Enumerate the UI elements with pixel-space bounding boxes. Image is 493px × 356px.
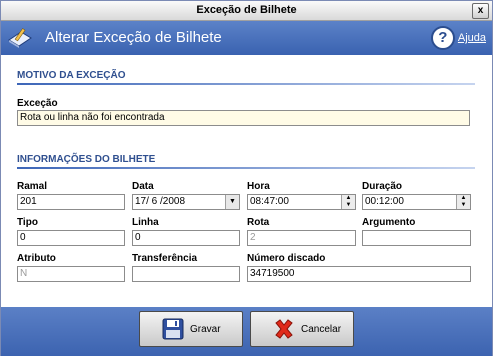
dialog-header: Alterar Exceção de Bilhete ? Ajuda [1,21,492,55]
hora-field[interactable]: 08:47:00 ▲ ▼ [247,194,356,210]
ramal-field[interactable]: 201 [17,194,125,210]
data-label: Data [132,181,154,192]
spin-down-icon[interactable]: ▼ [457,202,470,209]
atributo-field: N [17,266,125,282]
duration-spinner[interactable]: ▲ ▼ [456,195,470,209]
dialog-window: Exceção de Bilhete x Alterar Exceção de … [0,0,493,356]
close-button[interactable]: x [472,3,489,19]
cancel-button[interactable]: Cancelar [250,311,354,347]
cancel-label: Cancelar [301,323,342,335]
linha-label: Linha [132,217,159,228]
red-x-icon [275,319,293,339]
save-button[interactable]: Gravar [139,311,243,347]
duracao-value: 00:12:00 [365,196,404,207]
numero-discado-field[interactable]: 34719500 [247,266,471,282]
section-title-info: INFORMAÇÕES DO BILHETE [17,154,156,165]
tipo-label: Tipo [17,217,38,228]
dialog-footer [1,307,492,356]
date-picker[interactable]: 17/ 6 /2008 ▼ [132,194,240,210]
window-title: Exceção de Bilhete [196,4,297,16]
argumento-field[interactable] [362,230,471,246]
transferencia-field[interactable] [132,266,240,282]
transferencia-label: Transferência [132,253,198,264]
linha-field[interactable]: 0 [132,230,240,246]
time-spinner[interactable]: ▲ ▼ [341,195,355,209]
section-divider [17,167,475,169]
excecao-label: Exceção [17,98,58,109]
hora-value: 08:47:00 [250,196,289,207]
help-link[interactable]: ? Ajuda [430,25,486,51]
save-label: Gravar [190,323,221,335]
atributo-label: Atributo [17,253,56,264]
page-title: Alterar Exceção de Bilhete [45,29,222,46]
rota-field: 2 [247,230,356,246]
spin-down-icon[interactable]: ▼ [342,202,355,209]
ramal-label: Ramal [17,181,48,192]
dropdown-arrow-icon[interactable]: ▼ [225,195,239,209]
rota-label: Rota [247,217,270,228]
duracao-field[interactable]: 00:12:00 ▲ ▼ [362,194,471,210]
duracao-label: Duração [362,181,403,192]
close-icon: x [477,5,484,16]
title-bar: Exceção de Bilhete x [1,1,492,21]
hora-label: Hora [247,181,270,192]
floppy-disk-icon [162,318,184,340]
numero-discado-label: Número discado [247,253,326,264]
section-divider [17,83,475,85]
tipo-field[interactable]: 0 [17,230,125,246]
help-icon: ? [430,26,455,50]
excecao-field[interactable]: Rota ou linha não foi encontrada [17,110,470,126]
spin-up-icon[interactable]: ▲ [342,195,355,202]
help-label: Ajuda [457,32,486,44]
date-value: 17/ 6 /2008 [135,196,186,207]
section-title-motivo: MOTIVO DA EXCEÇÃO [17,70,126,81]
edit-document-icon [8,28,32,48]
argumento-label: Argumento [362,217,416,228]
spin-up-icon[interactable]: ▲ [457,195,470,202]
